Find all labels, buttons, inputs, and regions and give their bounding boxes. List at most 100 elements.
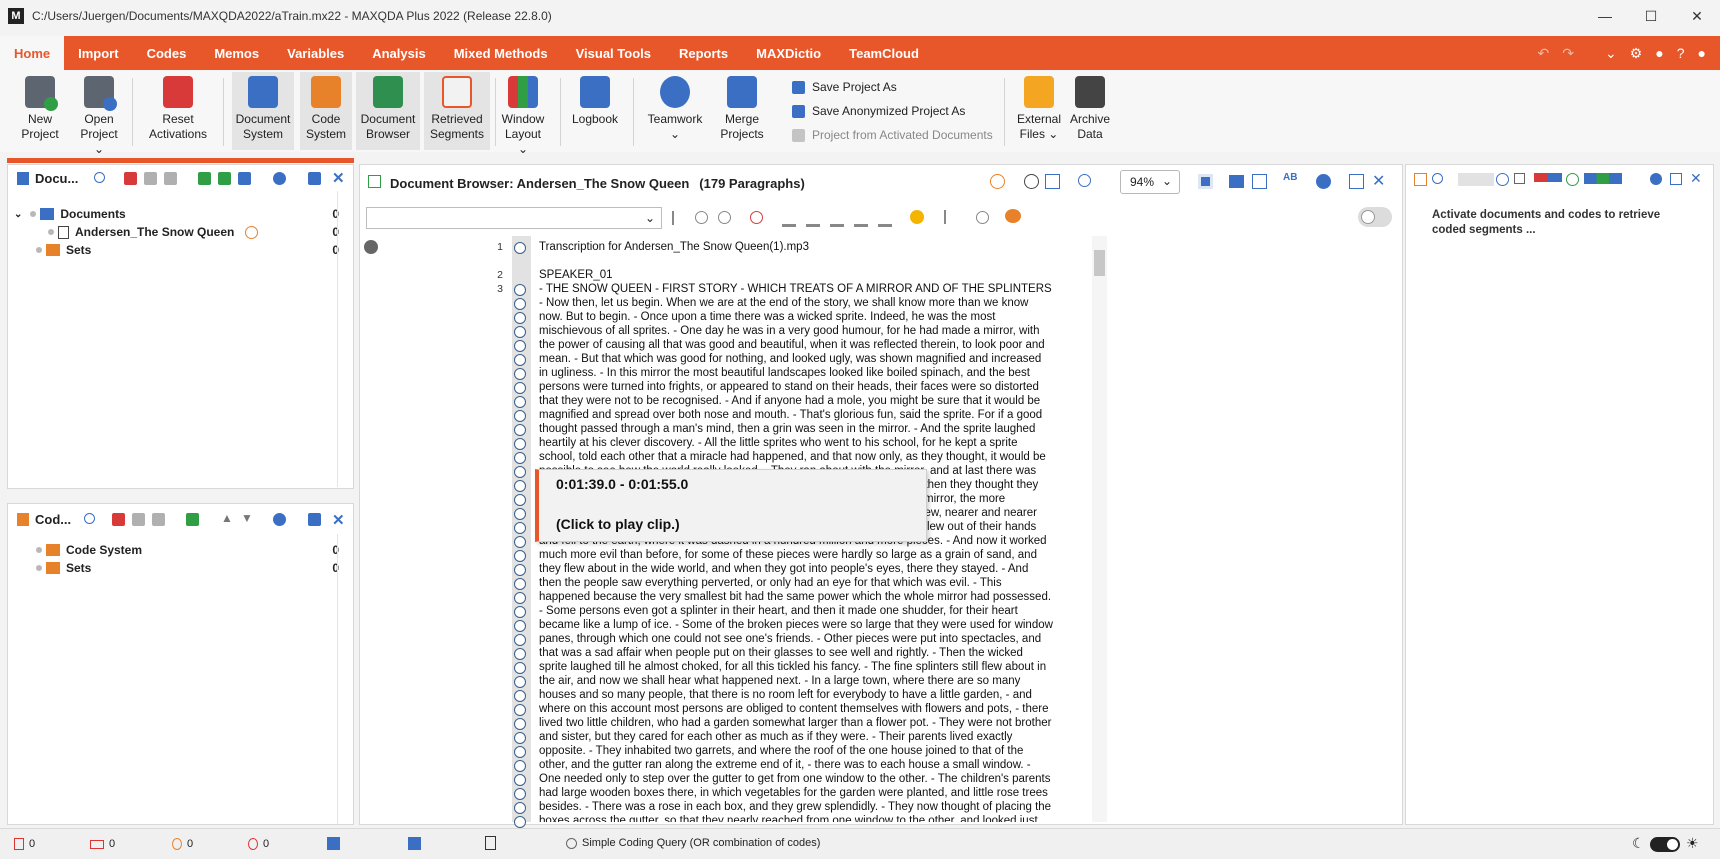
split-view-icon[interactable] [1198,174,1213,189]
tab-mixed-methods[interactable]: Mixed Methods [440,36,562,70]
close-icon[interactable]: ✕ [332,511,345,529]
undock-icon[interactable] [308,513,321,526]
highlighter-4-icon[interactable] [854,211,868,227]
tab-visual-tools[interactable]: Visual Tools [562,36,665,70]
activation-dot-icon[interactable] [48,229,54,235]
timestamp-clock-icon[interactable] [514,242,526,254]
gear-icon[interactable] [273,172,286,185]
timestamp-clock-icon[interactable] [514,536,526,548]
tree-item-sets[interactable]: Sets 0 [14,241,347,259]
new-project-button[interactable]: New Project [18,76,62,142]
tree-item-code-sets[interactable]: Sets 0 [14,559,347,577]
activation-dot-icon[interactable] [30,211,37,217]
highlighter-2-icon[interactable] [806,211,820,227]
import-icon[interactable] [198,172,211,185]
timestamp-clock-icon[interactable] [514,578,526,590]
close-icon[interactable]: ✕ [332,169,345,187]
timestamp-clock-icon[interactable] [514,662,526,674]
maximize-button[interactable]: ☐ [1628,0,1674,32]
chat-icon[interactable]: ● [1655,45,1663,61]
highlighter-1-icon[interactable] [782,211,796,227]
timestamp-clock-icon[interactable] [514,648,526,660]
timestamp-clock-icon[interactable] [514,676,526,688]
play-icon[interactable] [990,174,1005,189]
print-icon[interactable] [1229,175,1244,188]
archive-data-button[interactable]: Archive Data [1066,76,1114,142]
gear-icon[interactable]: ⚙ [1630,45,1643,62]
tab-teamcloud[interactable]: TeamCloud [835,36,933,70]
undo-icon[interactable]: ↶ [1538,45,1550,62]
link-icon[interactable] [976,211,989,224]
timestamp-clock-icon[interactable] [514,690,526,702]
close-icon[interactable]: ✕ [1690,170,1702,187]
document-icon[interactable] [485,836,496,850]
tab-analysis[interactable]: Analysis [358,36,439,70]
copy-icon[interactable] [164,172,177,185]
activation-dot-icon[interactable] [36,247,42,253]
close-icon[interactable]: ✕ [1372,171,1385,191]
new-code-icon[interactable] [186,513,199,526]
gear-icon[interactable] [1650,173,1662,185]
tree-item-andersen-the-snow-queen[interactable]: Andersen_The Snow Queen 0 [14,223,347,241]
weight-icon[interactable] [1534,173,1562,182]
timestamp-clock-icon[interactable] [514,774,526,786]
timestamp-clock-icon[interactable] [514,312,526,324]
scrollbar[interactable] [1092,236,1107,822]
timestamp-clock-icon[interactable] [514,634,526,646]
table-icon[interactable] [1514,173,1525,184]
timestamp-clock-icon[interactable] [514,452,526,464]
emoticode-icon[interactable] [910,210,924,224]
timestamp-tooltip[interactable]: 0:01:39.0 - 0:01:55.0 (Click to play cli… [535,469,927,542]
code-new-icon[interactable] [695,211,708,224]
tree-item-code-system[interactable]: Code System 0 [14,541,347,559]
media-icon[interactable] [1045,174,1060,189]
document-system-icon[interactable] [327,837,340,850]
timestamp-clock-icon[interactable] [514,438,526,450]
code-system-button[interactable]: Code System [300,72,352,150]
help-icon[interactable]: ? [1677,45,1685,61]
timestamp-clock-icon[interactable] [514,424,526,436]
sync-icon[interactable] [1024,174,1039,189]
status-document-groups[interactable]: 0 [90,838,115,850]
document-browser-button[interactable]: Document Browser [356,72,420,150]
tab-home[interactable]: Home [0,36,65,70]
status-coded-segments[interactable]: 0 [248,838,269,850]
external-files-button[interactable]: External Files ⌄ [1014,76,1064,142]
timestamp-clock-icon[interactable] [514,788,526,800]
delete-icon[interactable] [144,172,157,185]
search-icon[interactable] [84,513,95,524]
tab-reports[interactable]: Reports [665,36,742,70]
chevron-down-icon[interactable]: ⌄ [1605,45,1617,62]
status-codes[interactable]: 0 [172,838,193,850]
undock-icon[interactable] [1670,173,1682,185]
timestamp-clock-icon[interactable] [514,494,526,506]
project-from-activated-documents-button[interactable]: Project from Activated Documents [792,128,993,142]
timestamp-clock-icon[interactable] [514,410,526,422]
timestamp-clock-icon[interactable] [514,354,526,366]
new-document-icon[interactable] [218,172,231,185]
timestamp-clock-icon[interactable] [514,396,526,408]
activation-dot-icon[interactable] [36,547,42,553]
minimize-button[interactable]: — [1582,0,1628,32]
tab-import[interactable]: Import [64,36,132,70]
timestamp-clock-icon[interactable] [514,606,526,618]
zoom-select[interactable]: 94% ⌄ [1120,170,1180,194]
sort-down-icon[interactable]: ▼ [241,511,253,525]
timestamp-clock-icon[interactable] [514,704,526,716]
timestamp-clock-icon[interactable] [514,326,526,338]
timestamp-clock-icon[interactable] [514,508,526,520]
tab-maxdictio[interactable]: MAXDictio [742,36,835,70]
gear-icon[interactable] [364,240,378,254]
dark-mode-toggle[interactable] [1650,837,1680,852]
gear-icon[interactable] [273,513,286,526]
document-system-button[interactable]: Document System [232,72,294,150]
undock-icon[interactable] [308,172,321,185]
tab-memos[interactable]: Memos [200,36,273,70]
user-icon[interactable] [408,837,421,850]
timestamp-clock-icon[interactable] [514,522,526,534]
memo-icon[interactable] [1005,209,1021,223]
spellcheck-icon[interactable]: AB [1283,172,1297,183]
code-icon[interactable] [672,211,683,225]
sort-up-icon[interactable]: ▲ [221,511,233,525]
status-documents[interactable]: 0 [14,838,35,850]
